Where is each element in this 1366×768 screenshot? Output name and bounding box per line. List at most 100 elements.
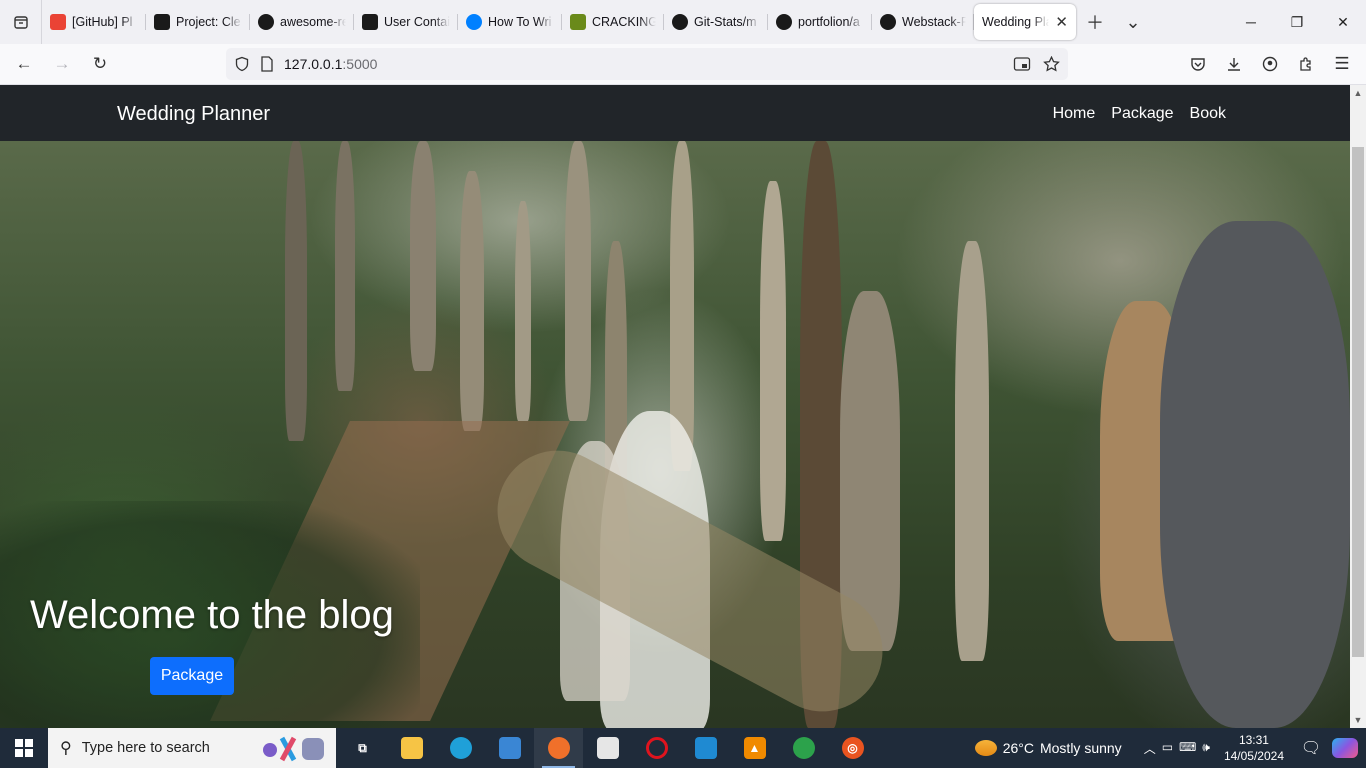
browser-tab[interactable]: awesome-re — [250, 4, 354, 40]
taskbar-clock[interactable]: 13:31 14/05/2024 — [1224, 732, 1284, 764]
browser-tab[interactable]: CRACKING — [562, 4, 664, 40]
browser-tab[interactable]: portfolion/a — [768, 4, 872, 40]
taskbar-app-button[interactable]: ◎ — [828, 728, 877, 768]
address-bar[interactable]: 127.0.0.1:5000 — [226, 48, 1068, 80]
url-host: 127.0.0.1 — [284, 56, 343, 72]
taskbar-app-button[interactable]: O — [632, 728, 681, 768]
browser-tab[interactable]: Wedding Pla ✕ — [974, 4, 1076, 40]
vscode-icon — [694, 737, 717, 759]
pocket-icon — [1191, 58, 1205, 71]
site-brand[interactable]: Wedding Planner — [117, 103, 270, 126]
arrow-right-icon: → — [53, 54, 71, 73]
browser-tab[interactable]: [GitHub] Pl — [42, 4, 146, 40]
close-window-button[interactable]: ✕ — [1320, 0, 1366, 44]
reload-icon: ↻ — [92, 54, 108, 73]
tray-icons: ︿ ▭ ⌨ 🕪 — [1144, 740, 1210, 757]
nav-link-home[interactable]: Home — [1053, 105, 1096, 123]
extensions-button[interactable] — [1288, 48, 1324, 80]
site-nav-links: Home Package Book — [1053, 105, 1226, 123]
menu-button[interactable]: ☰ — [1324, 48, 1360, 80]
taskbar-app-button[interactable] — [583, 728, 632, 768]
book-icon — [570, 14, 586, 30]
browser-tab-title: Git-Stats/m — [694, 15, 757, 29]
shield-icon — [235, 56, 249, 72]
downloads-button[interactable] — [1216, 48, 1252, 80]
page-scrollbar[interactable]: ▲ ▼ — [1350, 85, 1366, 728]
taskbar-app-button[interactable]: ▲ — [730, 728, 779, 768]
back-button[interactable]: ← — [6, 46, 42, 82]
windows-logo-icon — [15, 739, 33, 757]
hero-title: Welcome to the blog — [30, 593, 394, 637]
window-controls: ─ ❐ ✕ — [1228, 0, 1366, 44]
pocket-button[interactable] — [1180, 48, 1216, 80]
nav-link-book[interactable]: Book — [1190, 105, 1226, 123]
account-icon — [1262, 56, 1278, 72]
taskbar-app-button[interactable] — [485, 728, 534, 768]
volume-icon[interactable]: 🕪 — [1202, 740, 1210, 757]
browser-tab-title: How To Wri — [488, 15, 552, 29]
partly-sunny-icon — [974, 740, 997, 756]
github-icon — [776, 14, 792, 30]
browser-toolbar: ← → ↻ 127.0.0.1:5000 ☰ — [0, 44, 1366, 85]
windows-taskbar: ⚲ Type here to search ⧉ O ▲ ◎ 26°C Mostly s… — [0, 728, 1366, 768]
close-tab-icon[interactable]: ✕ — [1055, 13, 1068, 31]
nav-link-package[interactable]: Package — [1111, 105, 1173, 123]
list-all-tabs-button[interactable]: ⌄ — [1114, 0, 1152, 44]
browser-tab-title: Webstack-P — [902, 15, 966, 29]
taskbar-app-button[interactable] — [387, 728, 436, 768]
new-tab-button[interactable]: ＋ — [1076, 0, 1114, 44]
browser-tab[interactable]: Git-Stats/m — [664, 4, 768, 40]
taskbar-app-button[interactable] — [436, 728, 485, 768]
browser-tab[interactable]: User Contai — [354, 4, 458, 40]
weather-text: Mostly sunny — [1039, 740, 1122, 756]
browser-tab-title: portfolion/a — [798, 15, 860, 29]
package-button[interactable]: Package — [150, 657, 234, 695]
copilot-icon[interactable] — [1332, 738, 1358, 758]
account-button[interactable] — [1252, 48, 1288, 80]
browser-tab[interactable]: Webstack-P — [872, 4, 974, 40]
alx-icon — [154, 14, 170, 30]
url-port: :5000 — [342, 56, 378, 72]
network-icon[interactable]: ⌨ — [1179, 740, 1196, 757]
alx-icon — [362, 14, 378, 30]
show-hidden-icons-chevron-icon[interactable]: ︿ — [1144, 740, 1156, 757]
taskbar-app-button[interactable]: ⧉ — [338, 728, 387, 768]
weather-widget[interactable]: 26°C Mostly sunny — [974, 740, 1122, 756]
taskbar-app-button[interactable] — [681, 728, 730, 768]
browser-tab-title: [GitHub] Pl — [72, 15, 133, 29]
edge-icon — [449, 737, 472, 759]
meet-now-icon[interactable]: ▭ — [1162, 740, 1173, 757]
reload-button[interactable]: ↻ — [82, 46, 118, 82]
mail-icon — [498, 737, 521, 759]
clock-date: 14/05/2024 — [1223, 749, 1284, 763]
browser-tab-title: User Contai — [384, 15, 450, 29]
browser-tab-title: Wedding Pla — [982, 15, 1050, 29]
hamburger-icon: ☰ — [1334, 54, 1350, 73]
browser-tab[interactable]: How To Wri — [458, 4, 562, 40]
restore-button[interactable]: ❐ — [1274, 0, 1320, 44]
taskbar-app-button[interactable] — [534, 728, 583, 768]
forward-button[interactable]: → — [44, 46, 80, 82]
scroll-up-arrow-icon[interactable]: ▲ — [1350, 85, 1366, 101]
scrollbar-thumb[interactable] — [1352, 147, 1364, 657]
start-button[interactable] — [0, 728, 48, 768]
bookmark-star-icon[interactable] — [1043, 56, 1060, 72]
taskbar-search-placeholder: Type here to search — [81, 740, 210, 756]
tab-list-button[interactable] — [0, 0, 42, 44]
ubuntu-icon: ◎ — [841, 737, 864, 759]
reader-view-icon[interactable] — [1013, 56, 1031, 72]
browser-tab[interactable]: Project: Cle — [146, 4, 250, 40]
file-explorer-icon — [400, 737, 423, 759]
system-tray: 26°C Mostly sunny ︿ ▭ ⌨ 🕪 13:31 14/05/20… — [974, 728, 1366, 768]
minimize-button[interactable]: ─ — [1228, 0, 1274, 44]
browser-tab-title: Project: Cle — [176, 15, 241, 29]
github-icon — [258, 14, 274, 30]
store-icon — [596, 737, 619, 759]
notifications-icon[interactable]: 🗨 — [1296, 728, 1326, 768]
taskbar-app-button[interactable] — [779, 728, 828, 768]
vlc-icon: ▲ — [743, 737, 766, 759]
opera-icon: O — [645, 737, 668, 759]
taskbar-search[interactable]: ⚲ Type here to search — [48, 728, 336, 768]
puzzle-icon — [1300, 57, 1311, 71]
scroll-down-arrow-icon[interactable]: ▼ — [1350, 712, 1366, 728]
